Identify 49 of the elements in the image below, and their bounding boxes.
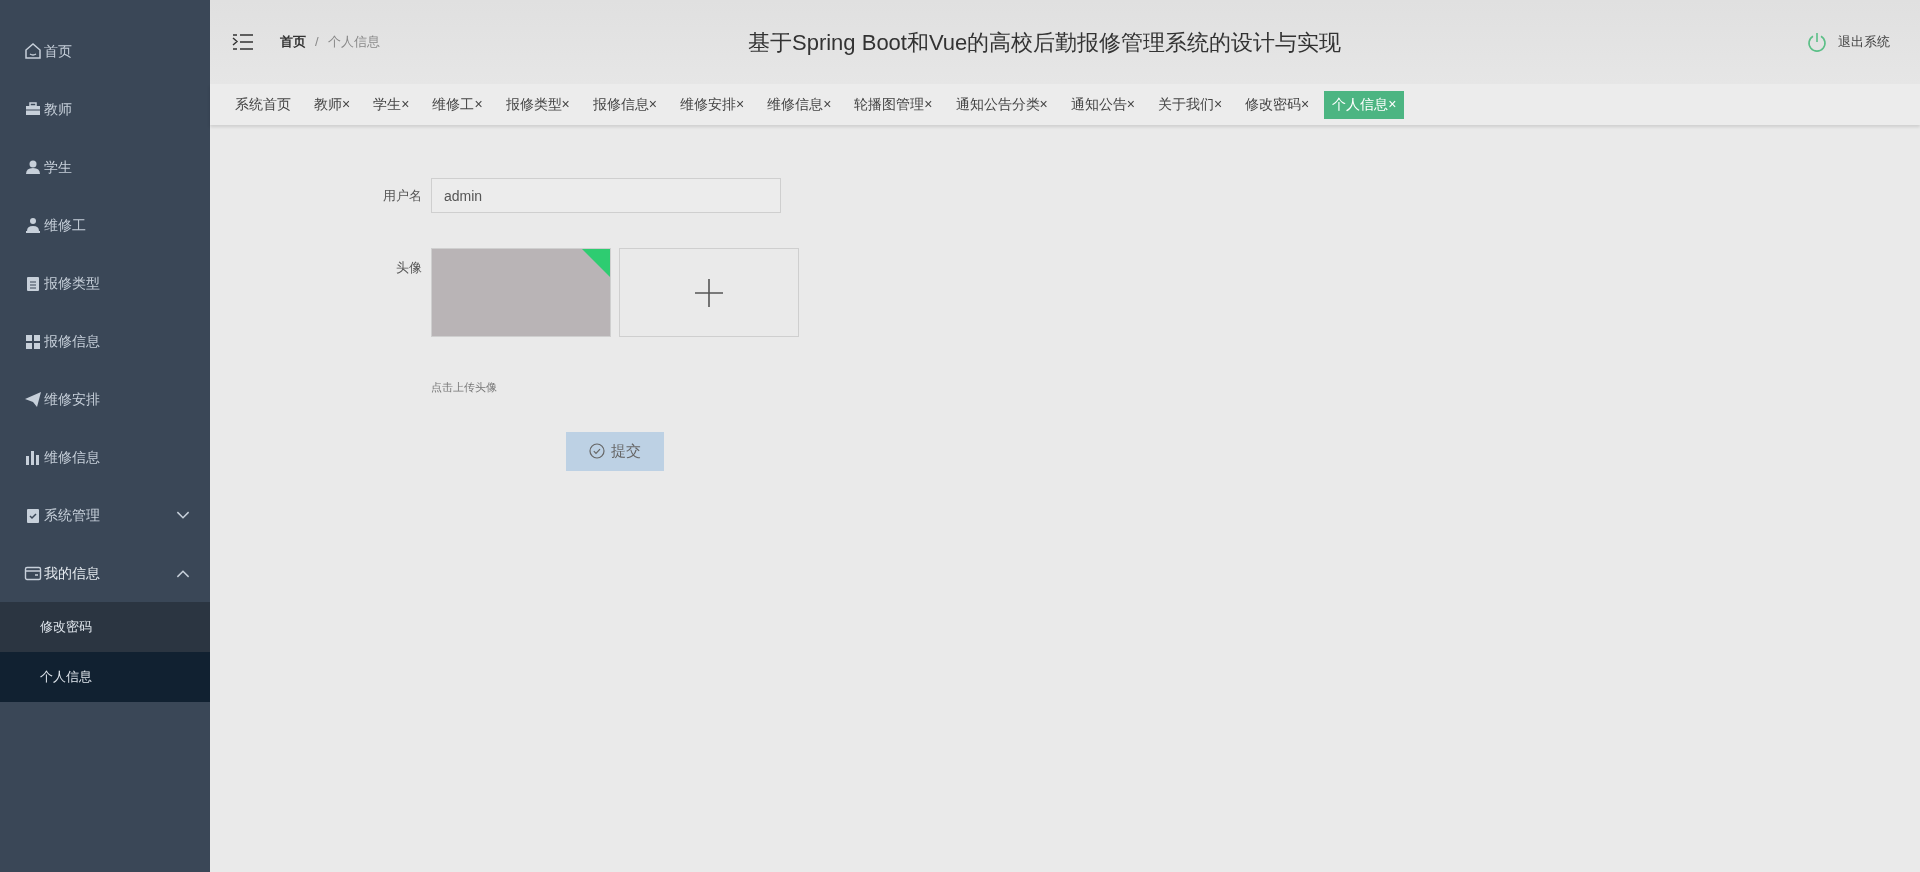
- briefcase-icon: [24, 100, 42, 118]
- paper-plane-icon: [24, 390, 42, 408]
- home-icon: [24, 42, 42, 60]
- page-tab[interactable]: 报修信息×: [584, 90, 665, 119]
- user-icon: [24, 216, 42, 234]
- wallet-icon: [24, 564, 42, 582]
- sidebar-item[interactable]: 系统管理: [0, 486, 210, 544]
- sidebar-item[interactable]: 维修信息: [0, 428, 210, 486]
- field-label: 头像: [395, 259, 422, 277]
- bar-chart-icon: [24, 448, 42, 466]
- field-label: 用户名: [382, 186, 422, 205]
- sidebar-item[interactable]: 报修类型: [0, 254, 210, 312]
- page-tab[interactable]: 维修信息×: [759, 90, 840, 119]
- sidebar-item[interactable]: 教师: [0, 80, 210, 138]
- corner-mark-icon: [582, 249, 610, 277]
- submenu-item[interactable]: 个人信息: [0, 652, 210, 702]
- sidebar-item[interactable]: 维修工: [0, 196, 210, 254]
- page-tab[interactable]: 系统首页: [227, 90, 299, 119]
- upload-hint: 点击上传头像: [431, 380, 498, 395]
- page-tab[interactable]: 报修类型×: [497, 90, 578, 119]
- power-icon: [1806, 31, 1828, 53]
- sidebar-item[interactable]: 学生: [0, 138, 210, 196]
- clipboard-check-icon: [24, 506, 42, 524]
- menu-toggle-icon[interactable]: [232, 33, 254, 51]
- sidebar-item[interactable]: 报修信息: [0, 312, 210, 370]
- breadcrumb-link[interactable]: 首页: [280, 32, 306, 52]
- submit-button[interactable]: 提交: [566, 431, 664, 471]
- page-tab[interactable]: 通知公告×: [1062, 90, 1143, 119]
- page-tab[interactable]: 通知公告分类×: [947, 90, 1056, 119]
- check-circle-icon: [589, 443, 605, 459]
- clipboard-icon: [24, 274, 42, 292]
- sidebar-item[interactable]: 维修安排: [0, 370, 210, 428]
- submenu-item[interactable]: 修改密码: [0, 602, 210, 652]
- page-tab[interactable]: 维修工×: [424, 90, 491, 119]
- username-field[interactable]: admin: [431, 178, 781, 213]
- sidebar-item[interactable]: 我的信息: [0, 544, 210, 602]
- page-tab[interactable]: 修改密码×: [1237, 90, 1318, 119]
- page-tab[interactable]: 教师×: [306, 90, 359, 119]
- logout-button[interactable]: 退出系统: [1806, 31, 1890, 53]
- grid-icon: [24, 332, 42, 350]
- page-tab[interactable]: 轮播图管理×: [846, 90, 941, 119]
- breadcrumb-separator: /: [315, 33, 319, 52]
- page-tab[interactable]: 关于我们×: [1149, 90, 1231, 119]
- user-icon: [24, 158, 42, 176]
- sidebar-item[interactable]: 首页: [0, 22, 210, 80]
- page-tab[interactable]: 学生×: [365, 90, 418, 119]
- page-tab[interactable]: 维修安排×: [671, 90, 753, 119]
- system-title: 基于Spring Boot和Vue的高校后勤报修管理系统的设计与实现: [748, 29, 1342, 57]
- plus-icon: [695, 278, 723, 307]
